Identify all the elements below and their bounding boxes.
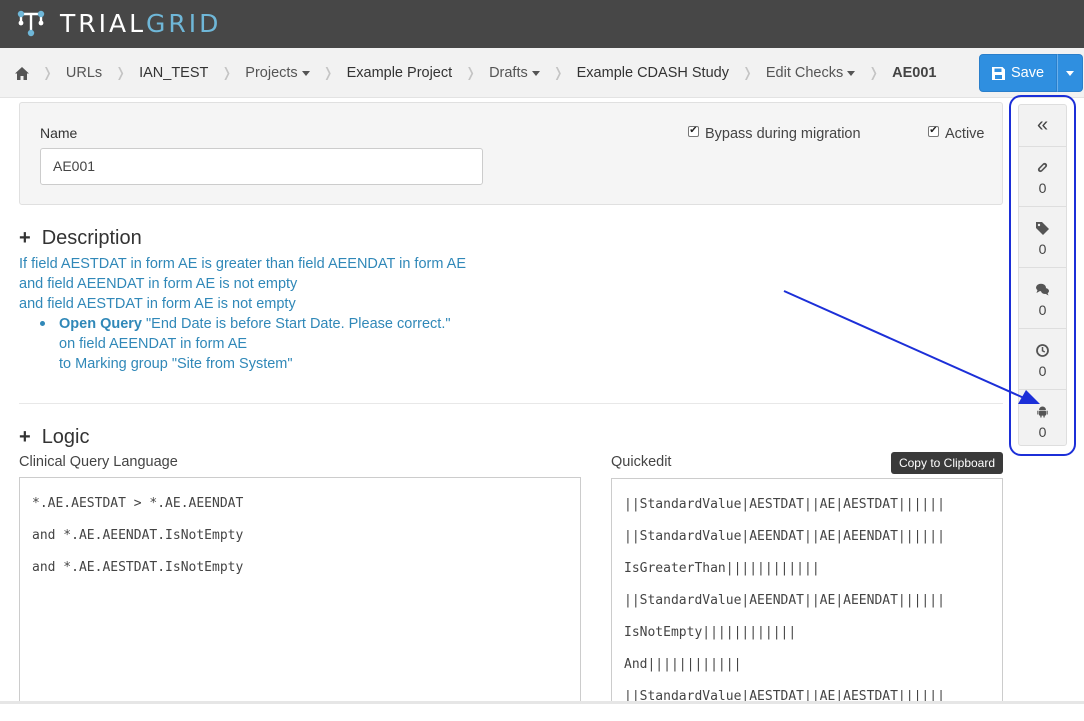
breadcrumb-separator: ❭: [868, 65, 880, 80]
code-line: IsGreaterThan||||||||||||: [624, 561, 820, 576]
breadcrumb-separator: ❭: [221, 65, 233, 80]
code-line: And||||||||||||: [624, 657, 742, 672]
code-line: ||StandardValue|AEENDAT||AE|AEENDAT|||||…: [624, 593, 945, 608]
name-input[interactable]: AE001: [40, 148, 483, 185]
description-line: and field AEENDAT in form AE is not empt…: [19, 276, 298, 292]
breadcrumb-current-ae001: AE001: [892, 65, 937, 81]
save-label: Save: [1010, 65, 1045, 81]
description-text: If field AESTDAT in form AE is greater t…: [19, 254, 466, 374]
annotation-highlight-box: [1009, 95, 1076, 456]
breadcrumb-urls[interactable]: URLs: [66, 65, 102, 81]
breadcrumb-separator: ❭: [42, 65, 53, 80]
bullet-icon: [40, 321, 45, 326]
quickedit-label: Quickedit: [611, 454, 672, 470]
breadcrumb-bar: ❭ URLs ❭ IAN_TEST ❭ Projects ❭ Example P…: [0, 48, 1084, 98]
breadcrumb-edit-checks-dropdown[interactable]: Edit Checks: [766, 65, 855, 81]
logo[interactable]: TRIALGRID: [14, 5, 221, 41]
name-panel: Name AE001 ✔ Bypass during migration ✔ A…: [19, 102, 1003, 205]
code-line: ||StandardValue|AESTDAT||AE|AESTDAT|||||…: [624, 497, 945, 512]
save-options-dropdown[interactable]: [1057, 54, 1083, 92]
breadcrumb-example-cdash-study[interactable]: Example CDASH Study: [577, 65, 729, 81]
description-heading: Description: [41, 227, 142, 249]
checkbox-checked-icon[interactable]: ✔: [928, 125, 939, 137]
breadcrumb-example-project[interactable]: Example Project: [347, 65, 453, 81]
quickedit-editor[interactable]: ||StandardValue|AESTDAT||AE|AESTDAT|||||…: [611, 478, 1003, 704]
caret-down-icon: [1066, 70, 1074, 76]
floppy-disk-icon: [991, 66, 1005, 80]
code-line: and *.AE.AESTDAT.IsNotEmpty: [32, 560, 244, 575]
logo-text: TRIALGRID: [60, 8, 222, 38]
code-line: *.AE.AESTDAT > *.AE.AEENDAT: [32, 496, 244, 511]
plus-icon: +: [19, 426, 31, 448]
description-line: and field AESTDAT in form AE is not empt…: [19, 296, 296, 312]
copy-to-clipboard-button[interactable]: Copy to Clipboard: [891, 452, 1003, 474]
save-button-group: Save: [979, 54, 1083, 92]
name-label: Name: [40, 125, 78, 141]
code-line: IsNotEmpty||||||||||||: [624, 625, 797, 640]
cql-editor[interactable]: *.AE.AESTDAT > *.AE.AEENDAT and *.AE.AEE…: [19, 477, 581, 704]
breadcrumb-ian-test[interactable]: IAN_TEST: [139, 65, 208, 81]
breadcrumb-separator: ❭: [465, 65, 477, 80]
code-line: ||StandardValue|AESTDAT||AE|AESTDAT|||||…: [624, 689, 945, 704]
cql-label: Clinical Query Language: [19, 454, 178, 470]
active-checkbox[interactable]: ✔ Active: [928, 125, 985, 142]
logic-toggle[interactable]: + Logic: [19, 426, 90, 449]
breadcrumb-separator: ❭: [115, 65, 127, 80]
breadcrumb: ❭ URLs ❭ IAN_TEST ❭ Projects ❭ Example P…: [15, 48, 936, 98]
action-text: "End Date is before Start Date. Please c…: [142, 316, 451, 332]
action-label: Open Query: [59, 316, 142, 332]
breadcrumb-drafts-dropdown[interactable]: Drafts: [489, 65, 540, 81]
action-line: Open Query "End Date is before Start Dat…: [19, 314, 466, 334]
code-line: and *.AE.AEENDAT.IsNotEmpty: [32, 528, 244, 543]
bypass-label: Bypass during migration: [705, 126, 861, 142]
breadcrumb-separator: ❭: [552, 65, 564, 80]
plus-icon: +: [19, 227, 31, 249]
action-target: on field AEENDAT in form AE: [59, 336, 248, 352]
code-line: ||StandardValue|AEENDAT||AE|AEENDAT|||||…: [624, 529, 945, 544]
action-marking-group: to Marking group "Site from System": [59, 356, 293, 372]
home-icon[interactable]: [15, 66, 29, 80]
logo-icon: [17, 10, 45, 37]
description-line: If field AESTDAT in form AE is greater t…: [19, 256, 467, 272]
breadcrumb-separator: ❭: [741, 65, 753, 80]
breadcrumb-projects-dropdown[interactable]: Projects: [245, 65, 309, 81]
checkbox-checked-icon[interactable]: ✔: [688, 125, 699, 137]
logic-heading: Logic: [41, 426, 90, 448]
save-button[interactable]: Save: [979, 54, 1057, 92]
top-navbar: TRIALGRID: [0, 0, 1084, 48]
breadcrumb-separator: ❭: [322, 65, 334, 80]
description-toggle[interactable]: + Description: [19, 227, 142, 250]
section-divider: [19, 403, 1003, 404]
active-label: Active: [945, 126, 985, 142]
bypass-migration-checkbox[interactable]: ✔ Bypass during migration: [688, 125, 861, 142]
